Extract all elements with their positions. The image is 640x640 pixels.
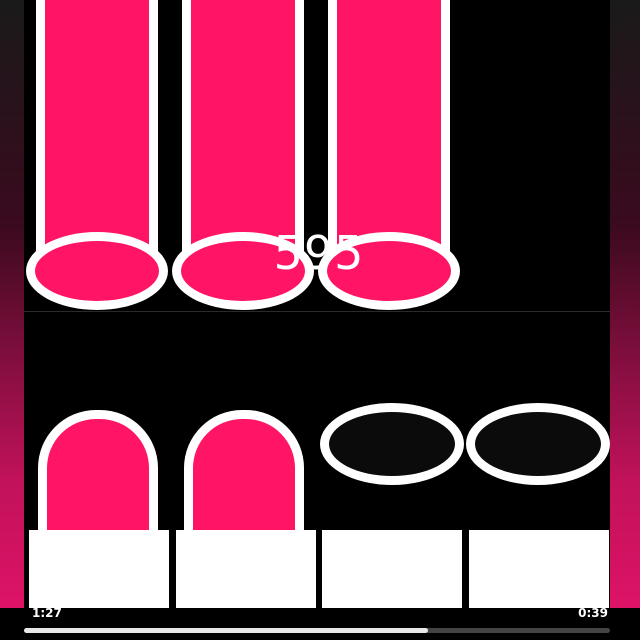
long-tile-lane-1-end[interactable] — [26, 232, 168, 310]
hit-key-lane-4[interactable] — [469, 530, 609, 608]
tap-tile-lane-1[interactable] — [38, 410, 158, 534]
hit-key-lane-1[interactable] — [29, 530, 169, 608]
hit-key-lane-2[interactable] — [176, 530, 316, 608]
video-progress-bar[interactable] — [24, 628, 610, 633]
elapsed-time: 1:27 — [32, 606, 62, 620]
remaining-time: 0:39 — [578, 606, 608, 620]
empty-tile-lane-4[interactable] — [466, 403, 610, 485]
left-gradient-border — [0, 0, 24, 640]
empty-tile-lane-3[interactable] — [320, 403, 464, 485]
hit-key-lane-3[interactable] — [322, 530, 462, 608]
video-progress-fill — [24, 628, 429, 633]
video-controls — [0, 608, 640, 640]
score-counter: 595 — [273, 226, 365, 280]
tap-tile-lane-2[interactable] — [184, 410, 304, 534]
game-board[interactable]: 595 — [24, 0, 610, 608]
board-divider — [24, 311, 610, 312]
right-gradient-border — [610, 0, 640, 640]
